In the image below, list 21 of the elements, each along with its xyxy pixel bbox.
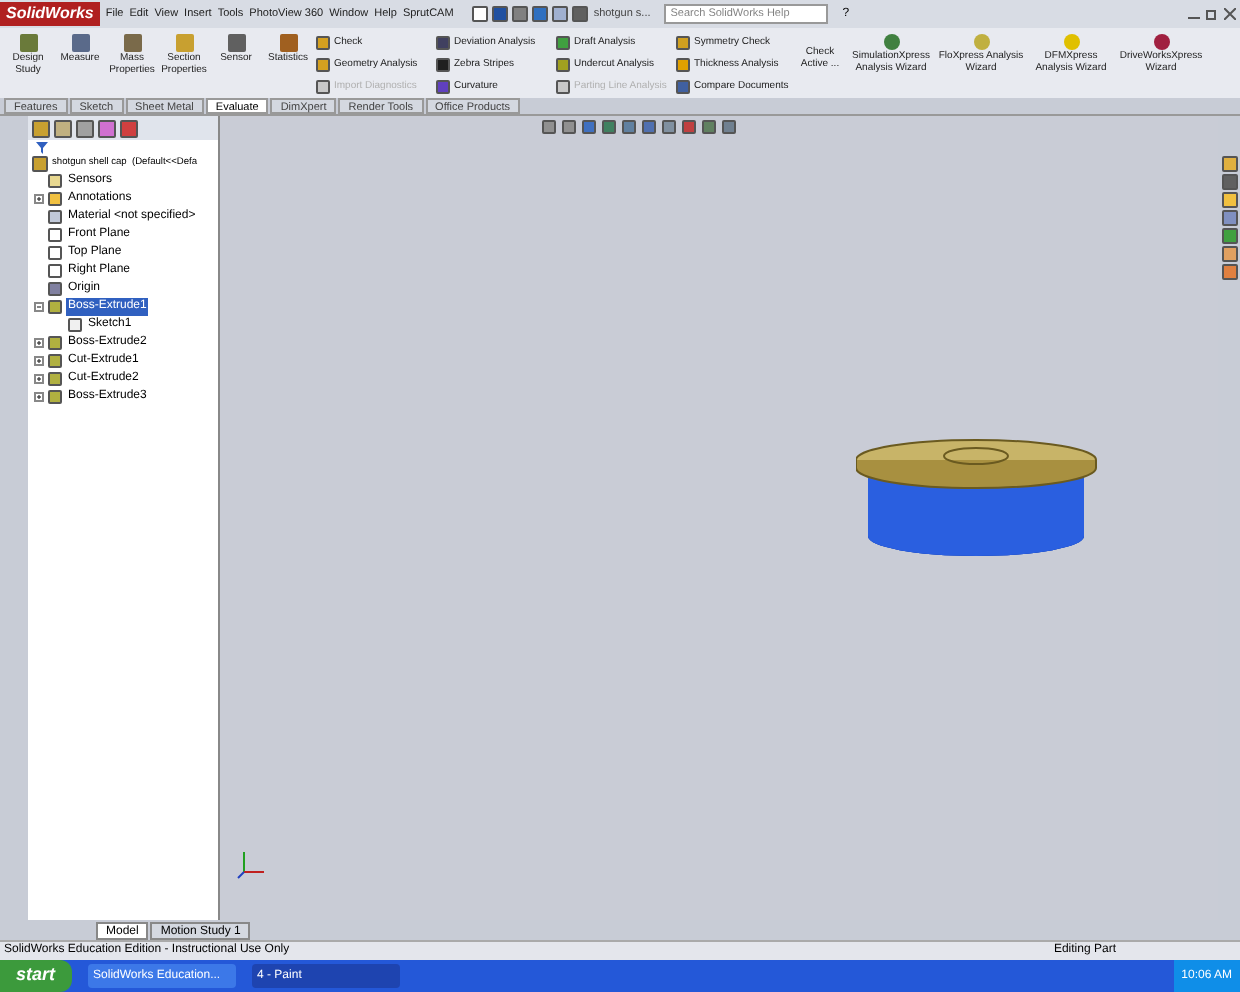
- tool-icon: [175, 34, 193, 52]
- axis-triad-icon: [236, 848, 268, 880]
- expand-icon[interactable]: [34, 374, 44, 384]
- tool-icon: [279, 34, 297, 52]
- tool-icon: [973, 34, 989, 50]
- tool-icon: [71, 34, 89, 52]
- close-icon[interactable]: [1224, 8, 1236, 20]
- expand-icon[interactable]: [34, 356, 44, 366]
- tool-icon: [1063, 34, 1079, 50]
- tool-icon: [19, 34, 37, 52]
- tool-icon: [227, 34, 245, 52]
- tool-icon: [883, 34, 899, 50]
- expand-icon[interactable]: [34, 338, 44, 348]
- start-button[interactable]: start: [0, 960, 72, 992]
- expand-icon[interactable]: [34, 194, 44, 204]
- tool-icon: [1153, 34, 1169, 50]
- collapse-icon[interactable]: [34, 302, 44, 312]
- app-logo: SolidWorks: [0, 2, 100, 26]
- tool-icon: [123, 34, 141, 52]
- restore-icon[interactable]: [1206, 8, 1218, 20]
- expand-icon[interactable]: [34, 392, 44, 402]
